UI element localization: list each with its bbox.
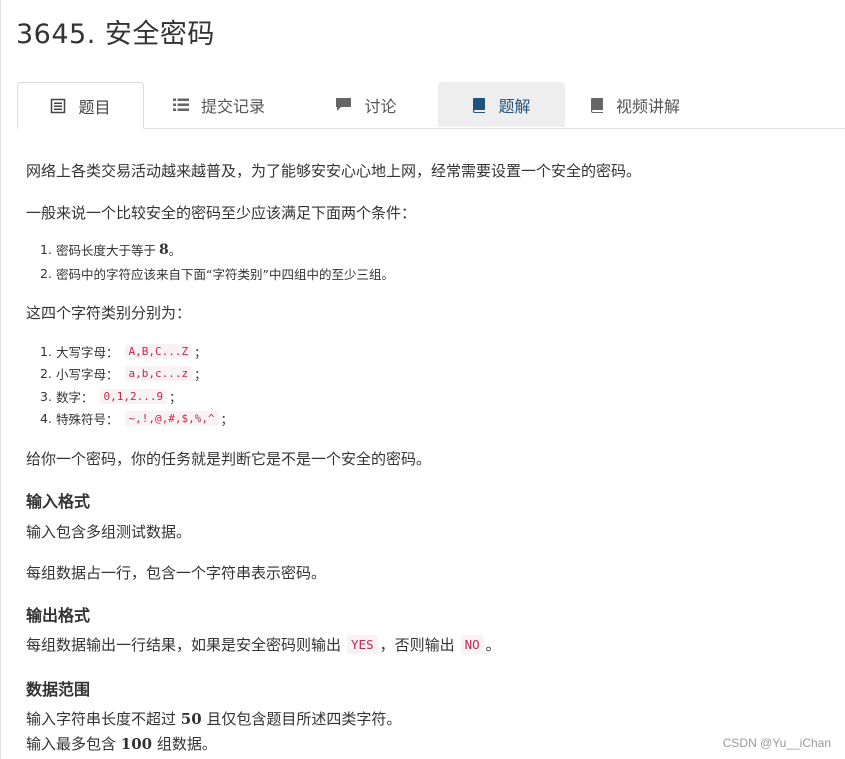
input-paragraph: 每组数据占一行，包含一个字符串表示密码。 xyxy=(26,564,327,582)
code-snippet: a,b,c...z xyxy=(124,366,193,381)
output-text: 每组数据输出一行结果，如果是安全密码则输出 xyxy=(26,636,342,654)
code-snippet: ~,!,@,#,$,%,^ xyxy=(124,411,219,426)
output-paragraph: 每组数据输出一行结果，如果是安全密码则输出 YES ，否则输出 NO 。 xyxy=(26,634,501,655)
list-item: 2. 密码中的字符应该来自下面“字符类别”中四组中的至少三组。 xyxy=(40,264,394,283)
category-label: 小写字母： xyxy=(56,367,119,382)
tab-discussion-label: 讨论 xyxy=(364,96,397,116)
category-label: 特殊符号： xyxy=(56,412,119,427)
category-label: 数字： xyxy=(56,390,94,405)
range-heading: 数据范围 xyxy=(26,680,91,699)
tab-submissions-label: 提交记录 xyxy=(200,96,265,116)
input-paragraph: 输入包含多组测试数据。 xyxy=(26,523,192,541)
task-text: 给你一个密码，你的任务就是判断它是不是一个安全的密码。 xyxy=(26,450,432,468)
code-no: NO xyxy=(460,635,484,654)
page-title: 3645. 安全密码 xyxy=(16,19,215,50)
chat-icon xyxy=(335,97,352,112)
punctuation: ； xyxy=(194,367,207,382)
code-snippet: A,B,C...Z xyxy=(124,344,193,359)
list-item: 4. 特殊符号： ~,!,@,#,$,%,^ ； xyxy=(40,409,233,428)
condition-text: 密码中的字符应该来自下面“字符类别”中四组中的至少三组。 xyxy=(56,267,394,282)
list-icon xyxy=(172,98,189,112)
output-text: ，否则输出 xyxy=(379,636,455,654)
watermark: CSDN @Yu__iChan xyxy=(722,736,831,750)
condition-value: 8 xyxy=(159,241,169,258)
list-number: 2. xyxy=(40,266,52,281)
tab-submissions[interactable]: 提交记录 xyxy=(144,82,294,127)
condition-text: 密码长度大于等于 xyxy=(56,243,157,258)
range-text: 输入最多包含 xyxy=(26,735,121,753)
tab-solutions[interactable]: 题解 xyxy=(438,82,565,127)
book-icon xyxy=(472,97,486,113)
tab-bar: 题目 提交记录 讨论 题解 视频讲解 xyxy=(17,82,845,129)
punctuation: ； xyxy=(220,412,234,427)
categories-lead: 这四个字符类别分别为： xyxy=(26,304,192,322)
tab-video[interactable]: 视频讲解 xyxy=(565,82,705,127)
code-yes: YES xyxy=(347,635,378,654)
code-snippet: 0,1,2...9 xyxy=(99,389,168,404)
list-number: 2. xyxy=(40,366,52,381)
tab-video-label: 视频讲解 xyxy=(615,96,680,116)
range-line: 输入最多包含 100 组数据。 xyxy=(26,733,217,754)
list-number: 3. xyxy=(40,389,52,404)
list-item: 3. 数字： 0,1,2...9 ； xyxy=(40,387,182,406)
range-number: 100 xyxy=(120,735,153,753)
punctuation: ； xyxy=(194,345,207,360)
tab-solutions-label: 题解 xyxy=(498,96,531,116)
tab-problem[interactable]: 题目 xyxy=(17,82,144,129)
punctuation: 。 xyxy=(168,243,182,258)
left-border xyxy=(0,0,1,759)
list-number: 1. xyxy=(40,344,52,359)
list-number: 1. xyxy=(40,242,52,257)
list-item: 1. 大写字母： A,B,C...Z ； xyxy=(40,342,207,361)
tab-discussion[interactable]: 讨论 xyxy=(294,82,438,127)
list-number: 4. xyxy=(40,411,52,426)
list-item: 2. 小写字母： a,b,c...z ； xyxy=(40,364,207,383)
conditions-lead: 一般来说一个比较安全的密码至少应该满足下面两个条件： xyxy=(26,204,417,222)
output-heading: 输出格式 xyxy=(26,606,91,625)
range-text: 且仅包含题目所述四类字符。 xyxy=(201,710,402,728)
category-label: 大写字母： xyxy=(56,345,119,360)
book-icon xyxy=(590,97,604,113)
list-item: 1. 密码长度大于等于 8 。 xyxy=(40,240,181,259)
intro-text: 网络上各类交易活动越来越普及，为了能够安安心心地上网，经常需要设置一个安全的密码… xyxy=(26,162,642,180)
range-text: 组数据。 xyxy=(152,735,217,753)
punctuation: 。 xyxy=(485,636,501,654)
range-line: 输入字符串长度不超过 50 且仅包含题目所述四类字符。 xyxy=(26,708,401,729)
tab-problem-label: 题目 xyxy=(78,97,111,117)
document-icon xyxy=(50,98,66,114)
input-heading: 输入格式 xyxy=(26,492,91,511)
punctuation: ； xyxy=(169,390,182,405)
range-text: 输入字符串长度不超过 xyxy=(26,710,181,728)
range-number: 50 xyxy=(180,710,202,728)
